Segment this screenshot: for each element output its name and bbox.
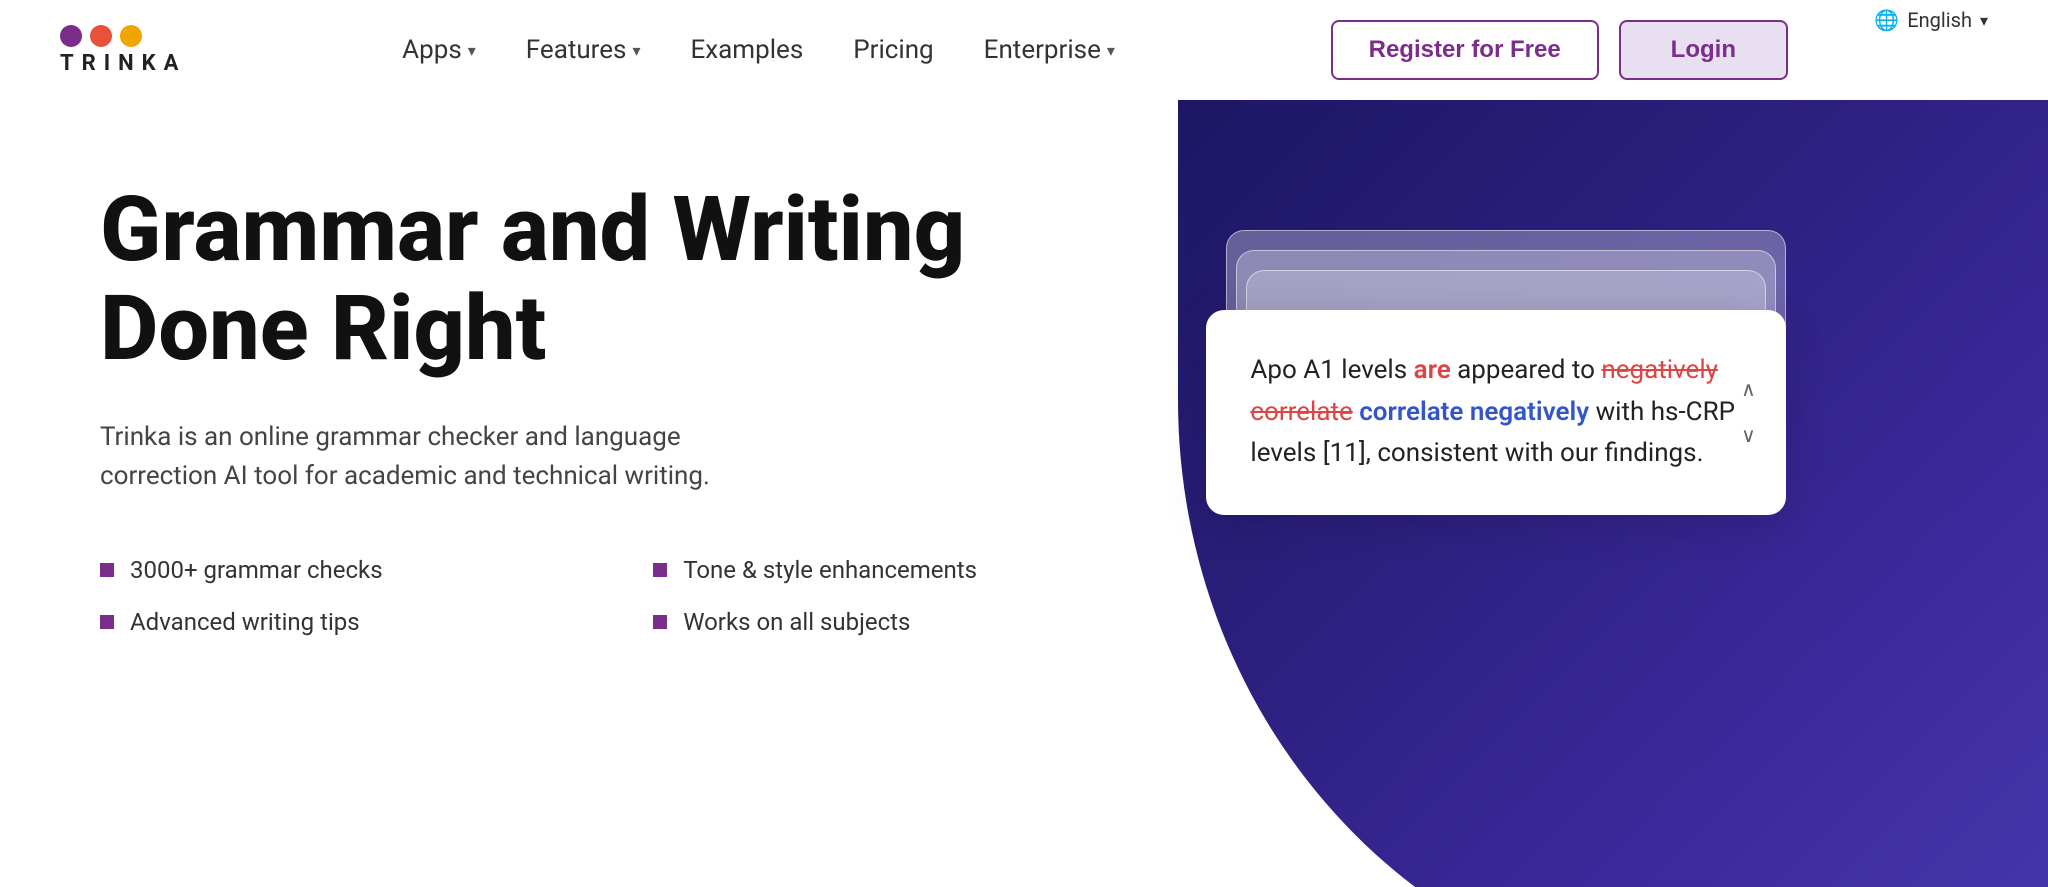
nav-enterprise[interactable]: Enterprise ▾: [984, 35, 1115, 65]
feature-text: Tone & style enhancements: [683, 556, 977, 584]
login-button[interactable]: Login: [1619, 20, 1788, 80]
features-grid: 3000+ grammar checks Tone & style enhanc…: [100, 556, 1126, 636]
bullet-icon: [653, 563, 667, 577]
feature-text: Works on all subjects: [683, 608, 910, 636]
bullet-icon: [100, 615, 114, 629]
enterprise-chevron-icon: ▾: [1107, 41, 1115, 60]
arrow-down-button[interactable]: ∨: [1730, 417, 1766, 453]
dot-purple: [60, 25, 82, 47]
header-buttons: Register for Free Login: [1331, 20, 1788, 80]
demo-text-correction: correlate negatively: [1353, 397, 1589, 427]
logo-text[interactable]: TRINKA: [60, 51, 186, 76]
nav-pricing[interactable]: Pricing: [853, 35, 933, 65]
hero-right: Apo A1 levels are appeared to negatively…: [1126, 100, 2048, 887]
language-label: English: [1907, 8, 1972, 32]
language-chevron: ▾: [1980, 11, 1988, 30]
feature-text: 3000+ grammar checks: [130, 556, 383, 584]
demo-card-text: Apo A1 levels are appeared to negatively…: [1250, 350, 1742, 475]
main-nav: Apps ▾ Features ▾ Examples Pricing Enter…: [402, 35, 1115, 65]
demo-text-middle: appeared to: [1451, 355, 1602, 385]
nav-features[interactable]: Features ▾: [526, 35, 641, 65]
features-chevron-icon: ▾: [632, 41, 640, 60]
hero-description: Trinka is an online grammar checker and …: [100, 418, 760, 496]
register-button[interactable]: Register for Free: [1331, 20, 1599, 80]
dot-orange: [90, 25, 112, 47]
hero-left: Grammar and Writing Done Right Trinka is…: [0, 100, 1126, 887]
feature-item: Works on all subjects: [653, 608, 1126, 636]
language-selector[interactable]: 🌐 English ▾: [1874, 0, 1988, 40]
dot-yellow: [120, 25, 142, 47]
nav-examples[interactable]: Examples: [690, 35, 803, 65]
bullet-icon: [100, 563, 114, 577]
demo-card: Apo A1 levels are appeared to negatively…: [1206, 310, 1786, 515]
demo-cards-container: Apo A1 levels are appeared to negatively…: [1206, 230, 1786, 630]
hero-title: Grammar and Writing Done Right: [100, 180, 1126, 378]
card-arrows: ∧ ∨: [1730, 371, 1766, 453]
feature-text: Advanced writing tips: [130, 608, 360, 636]
bullet-icon: [653, 615, 667, 629]
feature-item: Advanced writing tips: [100, 608, 573, 636]
demo-text-before: Apo A1 levels: [1250, 355, 1413, 385]
feature-item: 3000+ grammar checks: [100, 556, 573, 584]
globe-icon: 🌐: [1874, 8, 1899, 32]
nav-apps[interactable]: Apps ▾: [402, 35, 476, 65]
logo-dots: [60, 25, 142, 47]
arrow-up-button[interactable]: ∧: [1730, 371, 1766, 407]
feature-item: Tone & style enhancements: [653, 556, 1126, 584]
logo-area: TRINKA: [60, 25, 186, 76]
demo-text-error: are: [1414, 355, 1451, 385]
apps-chevron-icon: ▾: [468, 41, 476, 60]
